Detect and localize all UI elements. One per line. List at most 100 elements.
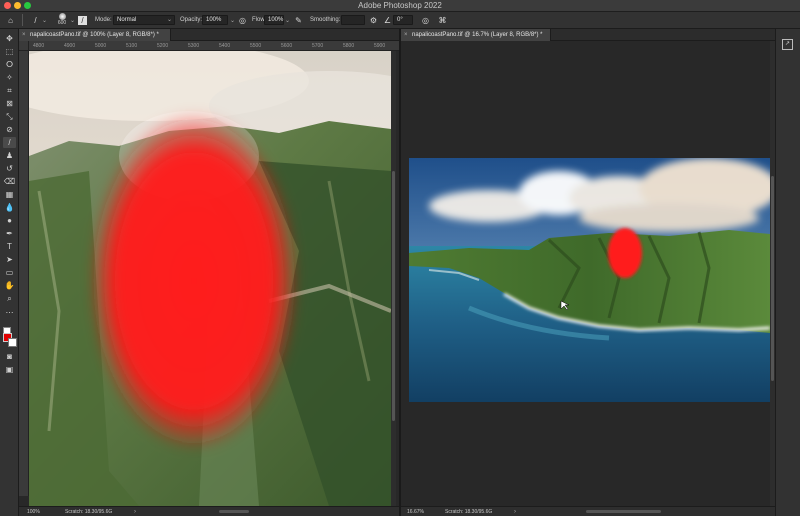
gradient-tool-icon[interactable]: ▦	[3, 189, 16, 200]
ruler-tick: 5200	[157, 43, 169, 49]
gear-icon[interactable]: ⚙	[368, 15, 379, 26]
mode-select[interactable]: Normal ⌄	[113, 15, 175, 25]
zoom-tool-icon[interactable]: ⌕	[3, 293, 16, 304]
chevron-down-icon[interactable]: ⌄	[285, 17, 290, 24]
pressure-opacity-icon[interactable]: ◎	[237, 15, 248, 26]
screen-mode-icon[interactable]: ▣	[3, 364, 16, 375]
airbrush-icon[interactable]: ✎	[293, 15, 304, 26]
vertical-scrollbar[interactable]	[391, 51, 396, 506]
horizontal-scroll-thumb[interactable]	[219, 510, 249, 513]
clone-stamp-tool-icon[interactable]: ♟	[3, 150, 16, 161]
red-brush-stroke	[89, 111, 299, 451]
quick-mask-icon[interactable]: ◙	[3, 351, 16, 362]
zoom-level[interactable]: 100%	[27, 507, 40, 516]
ruler-tick: 5800	[343, 43, 355, 49]
scroll-thumb[interactable]	[771, 176, 774, 381]
collapsed-panels: ↗	[775, 29, 800, 516]
brush-size-value: 600	[57, 20, 67, 26]
angle-field[interactable]: 0°	[393, 15, 413, 25]
eraser-tool-icon[interactable]: ⌫	[3, 176, 16, 187]
brush-tool-icon[interactable]: /	[30, 15, 41, 26]
hand-tool-icon[interactable]: ✋	[3, 280, 16, 291]
chevron-down-icon[interactable]: ⌄	[42, 17, 47, 24]
options-bar: ⌂ / ⌄ 600 ⌄ / Mode: Normal ⌄ Opacity: 10…	[0, 12, 800, 29]
canvas-left[interactable]	[29, 51, 391, 506]
ruler-tick: 4800	[33, 43, 45, 49]
chevron-down-icon[interactable]: ⌄	[70, 17, 75, 24]
ruler-origin[interactable]	[19, 41, 29, 51]
brush-settings-panel-icon[interactable]: /	[78, 16, 87, 25]
background-color-swatch[interactable]	[8, 338, 17, 347]
ruler-tick: 5000	[95, 43, 107, 49]
ruler-tick: 5400	[219, 43, 231, 49]
status-bar: 100% Scratch: 18.30/95.6G ›	[19, 506, 399, 516]
scratch-info[interactable]: Scratch: 18.30/95.6G	[65, 507, 112, 516]
history-brush-tool-icon[interactable]: ↺	[3, 163, 16, 174]
vertical-ruler[interactable]	[19, 51, 29, 496]
tools-panel: ✥ ⬚ ⵔ ✧ ⌗ ⊠ ⤡ ⊘ / ♟ ↺ ⌫ ▦ 💧 ● ✒ T ➤ ▭ ✋ …	[0, 29, 19, 516]
divider	[22, 14, 23, 26]
smoothing-field[interactable]	[341, 15, 365, 25]
move-tool-icon[interactable]: ✥	[3, 33, 16, 44]
crop-tool-icon[interactable]: ⌗	[3, 85, 16, 96]
chevron-right-icon[interactable]: ›	[514, 507, 516, 516]
magic-wand-tool-icon[interactable]: ✧	[3, 72, 16, 83]
home-icon[interactable]: ⌂	[5, 15, 16, 26]
pressure-size-icon[interactable]: ◎	[420, 15, 431, 26]
brush-tip-icon	[58, 13, 66, 20]
opacity-field[interactable]: 100%	[202, 15, 228, 25]
healing-brush-tool-icon[interactable]: ⊘	[3, 124, 16, 135]
status-bar: 16.67% Scratch: 18.30/95.6G ›	[401, 506, 775, 516]
frame-tool-icon[interactable]: ⊠	[3, 98, 16, 109]
brush-tool-icon[interactable]: /	[3, 137, 16, 148]
document-tab[interactable]: × napalicoastPano.tif @ 100% (Layer 8, R…	[19, 29, 171, 41]
document-tab-label: napalicoastPano.tif @ 16.7% (Layer 8, RG…	[412, 32, 543, 38]
ruler-tick: 4900	[64, 43, 76, 49]
type-tool-icon[interactable]: T	[3, 241, 16, 252]
opacity-label: Opacity:	[180, 17, 203, 23]
dodge-tool-icon[interactable]: ●	[3, 215, 16, 226]
smoothing-label: Smoothing:	[310, 17, 341, 23]
chevron-right-icon[interactable]: ›	[134, 507, 136, 516]
flow-field[interactable]: 100%	[264, 15, 284, 25]
horizontal-ruler[interactable]: 4800 4900 5000 5100 5200 5300 5400 5500 …	[29, 41, 399, 51]
mode-label: Mode:	[95, 17, 112, 23]
brush-preset-picker[interactable]: 600	[55, 13, 69, 27]
close-icon[interactable]: ×	[22, 29, 26, 41]
close-icon[interactable]: ×	[404, 29, 408, 41]
panel-expand-icon[interactable]: ↗	[782, 39, 793, 50]
rectangle-tool-icon[interactable]: ▭	[3, 267, 16, 278]
more-tools-icon[interactable]: ⋯	[3, 307, 16, 318]
ruler-tick: 5500	[250, 43, 262, 49]
document-window-left: × napalicoastPano.tif @ 100% (Layer 8, R…	[19, 29, 399, 516]
canvas-right[interactable]	[409, 158, 770, 402]
window-title: Adobe Photoshop 2022	[358, 1, 442, 10]
ruler-tick: 5900	[374, 43, 386, 49]
title-bar: Adobe Photoshop 2022	[0, 0, 800, 12]
ruler-tick: 5300	[188, 43, 200, 49]
marquee-tool-icon[interactable]: ⬚	[3, 46, 16, 57]
horizontal-scroll-thumb[interactable]	[586, 510, 661, 513]
symmetry-icon[interactable]: ⌘	[437, 15, 448, 26]
path-selection-tool-icon[interactable]: ➤	[3, 254, 16, 265]
chevron-down-icon: ⌄	[166, 17, 172, 23]
chevron-down-icon[interactable]: ⌄	[230, 17, 235, 24]
pen-tool-icon[interactable]: ✒	[3, 228, 16, 239]
lasso-tool-icon[interactable]: ⵔ	[3, 59, 16, 70]
landscape-image-zoomed	[29, 51, 391, 506]
scratch-info[interactable]: Scratch: 18.30/95.6G	[445, 507, 492, 516]
ruler-tick: 5100	[126, 43, 138, 49]
document-window-right: × napalicoastPano.tif @ 16.7% (Layer 8, …	[401, 29, 775, 516]
angle-icon: ∠	[383, 16, 392, 25]
ruler-tick: 5700	[312, 43, 324, 49]
document-tab-label: napalicoastPano.tif @ 100% (Layer 8, RGB…	[30, 32, 159, 38]
mode-value: Normal	[117, 17, 137, 23]
scroll-thumb[interactable]	[392, 171, 395, 421]
eyedropper-tool-icon[interactable]: ⤡	[3, 111, 16, 122]
landscape-image-full	[409, 158, 770, 402]
zoom-level[interactable]: 16.67%	[407, 507, 424, 516]
blur-tool-icon[interactable]: 💧	[3, 202, 16, 213]
red-brush-stroke	[608, 228, 642, 278]
ruler-tick: 5600	[281, 43, 293, 49]
document-tab[interactable]: × napalicoastPano.tif @ 16.7% (Layer 8, …	[401, 29, 551, 41]
